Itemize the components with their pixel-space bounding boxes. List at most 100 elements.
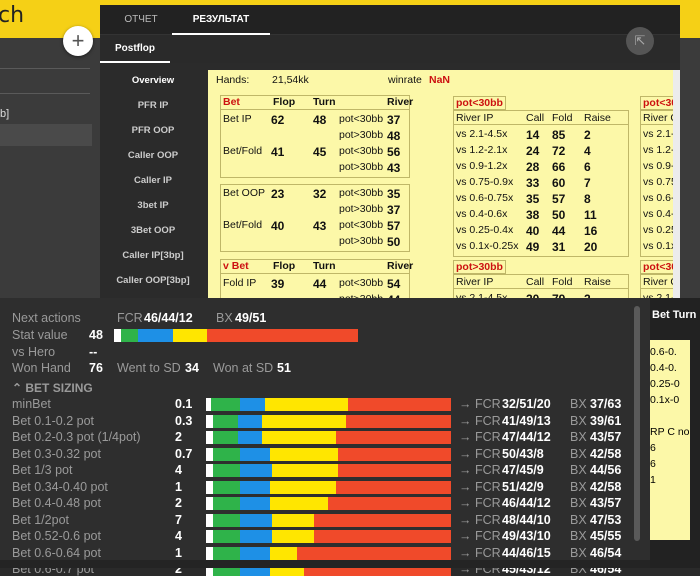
- river-value: 56: [387, 145, 401, 159]
- sidebar-selected-row[interactable]: [0, 124, 92, 146]
- bar-segment: [272, 530, 314, 543]
- pot-condition: pot>30bb: [339, 203, 384, 215]
- bar-segment: [313, 530, 451, 543]
- pot-value: 6: [584, 160, 591, 174]
- chevron-up-icon: ⌃: [12, 381, 26, 395]
- river-value: 35: [387, 187, 401, 201]
- bar-segment: [213, 431, 238, 444]
- bar-segment: [206, 546, 214, 560]
- fcr-label: → FCR: [459, 496, 501, 510]
- won-hand-value: 76: [89, 361, 103, 375]
- size-label: vs 0.9-1.2x: [456, 160, 508, 172]
- bet-size-freq: 2: [175, 496, 182, 510]
- nav-pfr-ip[interactable]: PFR IP: [100, 100, 206, 111]
- bar-segment: [269, 447, 339, 461]
- turn-value: 32: [313, 187, 327, 201]
- fcr-value: 50/43/8: [502, 446, 544, 461]
- bar-segment: [262, 414, 346, 428]
- pot-value: 49: [526, 240, 540, 254]
- bet-size-label: Bet 0.4-0.48 pot: [12, 496, 101, 510]
- bar-segment: [240, 447, 270, 461]
- bx-value: 44/56: [590, 463, 622, 477]
- bar-segment: [138, 329, 173, 342]
- bar-segment: [262, 431, 336, 444]
- bar-segment: [240, 530, 273, 543]
- size-label: RP C no: [650, 426, 690, 438]
- bar-segment: [121, 329, 139, 342]
- pot-value: 35: [526, 192, 540, 206]
- bx-label: BX: [570, 430, 587, 444]
- bet-size-label: Bet 0.52-0.6 pot: [12, 529, 101, 543]
- tab-report[interactable]: ОТЧЕТ: [110, 5, 172, 35]
- bar-segment: [114, 329, 122, 342]
- nav-caller-oop-3bp[interactable]: Caller OOP[3bp]: [100, 275, 206, 286]
- pot-value: 40: [526, 224, 540, 238]
- report-scrollbar[interactable]: [673, 70, 680, 298]
- stat-bar: [114, 329, 358, 342]
- bar-segment: [296, 546, 451, 560]
- bar-segment: [264, 398, 349, 411]
- river-value: 50: [387, 235, 401, 249]
- pot-value: 72: [552, 144, 566, 158]
- vs-hero-value: --: [89, 345, 98, 359]
- pot-value: 66: [552, 160, 566, 174]
- fcr-value: 48/44/10: [502, 512, 551, 527]
- size-label: vs 0.4-0.6x: [456, 208, 508, 220]
- external-link-icon[interactable]: ⇱: [626, 27, 654, 55]
- nav-3bet-ip[interactable]: 3bet IP: [100, 200, 206, 211]
- left-sidebar: b]: [0, 38, 100, 298]
- bet-size-bar: [206, 480, 451, 494]
- pot-value: 50: [552, 208, 566, 222]
- right-edge: [680, 38, 700, 298]
- fcr-label: → FCR: [459, 529, 501, 543]
- bx-value: 47/53: [590, 512, 622, 527]
- fcr-label: → FCR: [459, 463, 501, 477]
- table-header: v Bet Flop Turn River: [221, 260, 413, 274]
- bx-label: BX: [570, 446, 587, 461]
- pot-value: 24: [526, 144, 540, 158]
- sidebar-item-label: b]: [0, 108, 10, 120]
- bar-segment: [240, 398, 265, 411]
- popup-scrollbar[interactable]: [634, 306, 640, 541]
- bar-segment: [313, 513, 451, 527]
- nav-overview[interactable]: Overview: [100, 75, 206, 86]
- flop-value: 41: [271, 145, 285, 159]
- nav-caller-ip-3bp[interactable]: Caller IP[3bp]: [100, 250, 206, 261]
- bx-value: 42/58: [590, 479, 622, 494]
- pot-value: 38: [526, 208, 540, 222]
- bet-sizing-section[interactable]: ⌃ BET SIZING: [12, 381, 93, 395]
- nav-caller-oop[interactable]: Caller OOP: [100, 150, 206, 161]
- bar-segment: [240, 497, 270, 510]
- bet-size-bar: [206, 414, 451, 428]
- nav-pfr-oop[interactable]: PFR OOP: [100, 125, 206, 136]
- bar-segment: [206, 447, 214, 461]
- pot-condition: pot<30bb: [339, 219, 384, 231]
- size-label: vs 1.2-2.1x: [456, 144, 508, 156]
- tab-result[interactable]: РЕЗУЛЬТАТ: [172, 5, 270, 35]
- stats-window: ОТЧЕТ РЕЗУЛЬТАТ Postflop ⇱ Overview PFR …: [100, 5, 680, 298]
- bar-segment: [328, 497, 451, 510]
- river-value: 43: [387, 161, 401, 175]
- pot-value: 2: [584, 128, 591, 142]
- bet-size-freq: 2: [175, 430, 182, 444]
- app-title: ch: [0, 3, 25, 28]
- report-area: Hands: 21,54kk winrate NaN Bet Flop Turn River B…: [208, 70, 680, 298]
- column-header: Turn: [313, 96, 336, 108]
- turn-value: 43: [313, 219, 327, 233]
- bar-segment: [335, 480, 451, 494]
- bx-label: BX: [570, 479, 587, 494]
- nav-caller-ip[interactable]: Caller IP: [100, 175, 206, 186]
- won-at-sd-value: 51: [277, 361, 291, 375]
- subtab-postflop[interactable]: Postflop: [100, 35, 170, 63]
- bx-label: BX: [570, 496, 587, 510]
- bx-value: 43/57: [590, 430, 622, 444]
- add-button[interactable]: +: [63, 26, 93, 56]
- bet-size-freq: 4: [175, 463, 182, 477]
- bet-size-bar: [206, 447, 451, 461]
- column-header: v Bet: [223, 260, 249, 272]
- bar-segment: [213, 464, 241, 477]
- pot-condition: pot>30bb: [339, 235, 384, 247]
- fcr-value: 44/46/15: [502, 545, 551, 560]
- size-label: 6: [650, 458, 656, 470]
- nav-3bet-oop[interactable]: 3Bet OOP: [100, 225, 206, 236]
